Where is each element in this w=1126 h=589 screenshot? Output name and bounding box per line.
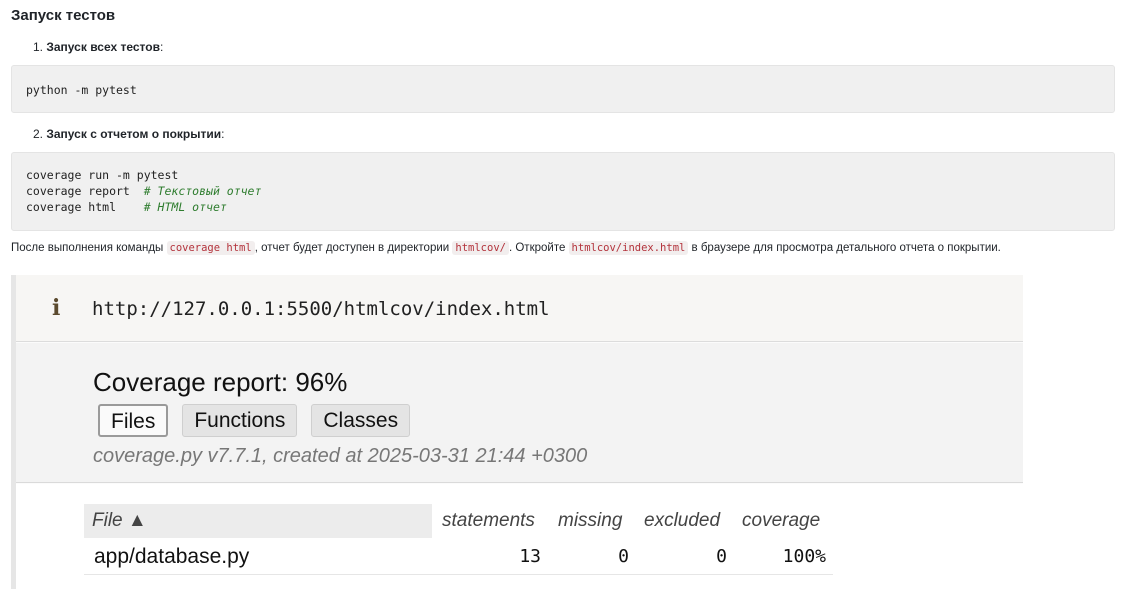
code-line: coverage html # HTML отчет: [26, 199, 1100, 215]
report-meta: coverage.py v7.7.1, created at 2025-03-3…: [93, 445, 588, 467]
info-icon[interactable]: i: [52, 295, 60, 321]
inline-code: htmlcov/index.html: [568, 241, 689, 255]
tab-functions[interactable]: Functions: [182, 404, 298, 437]
step-number: 1.: [33, 40, 44, 54]
table-row: app/database.py 13 0 0 100%: [84, 539, 833, 575]
cell-coverage: 100%: [782, 546, 826, 567]
code-block-pytest[interactable]: python -m pytest: [11, 65, 1115, 113]
code-block-coverage[interactable]: coverage run -m pytest coverage report #…: [11, 152, 1115, 231]
section-title: Запуск тестов: [11, 7, 116, 24]
url-text[interactable]: http://127.0.0.1:5500/htmlcov/index.html: [92, 298, 550, 320]
header-file-sort[interactable]: File ▲: [84, 504, 432, 538]
coverage-table: File ▲ statements missing excluded cover…: [16, 484, 1023, 589]
code-text: coverage run -m pytest: [26, 168, 179, 182]
step-2: 2. Запуск с отчетом о покрытии:: [33, 127, 225, 141]
paragraph-text: , отчет будет доступен в директории: [254, 242, 453, 254]
report-title: Coverage report: 96%: [93, 367, 348, 397]
step-text: Запуск с отчетом о покрытии: [46, 127, 222, 141]
paragraph-text: в браузере для просмотра детального отче…: [688, 242, 1001, 254]
table-header: File ▲ statements missing excluded cover…: [84, 504, 833, 538]
step-text: Запуск всех тестов: [46, 40, 160, 54]
tab-files[interactable]: Files: [98, 404, 169, 437]
cell-excluded: 0: [716, 546, 727, 567]
instructions-paragraph: После выполнения команды coverage html, …: [11, 241, 1001, 255]
step-colon: :: [221, 127, 225, 141]
coverage-screenshot: i http://127.0.0.1:5500/htmlcov/index.ht…: [11, 275, 1023, 589]
address-bar[interactable]: i http://127.0.0.1:5500/htmlcov/index.ht…: [16, 275, 1023, 342]
code-comment: # HTML отчет: [143, 200, 227, 214]
step-colon: :: [159, 40, 164, 54]
header-missing[interactable]: missing: [558, 510, 622, 532]
inline-code: htmlcov/: [452, 241, 509, 255]
report-header: Coverage report: 96% Files Functions Cla…: [16, 343, 1023, 483]
cell-missing: 0: [618, 546, 629, 567]
file-link[interactable]: app/database.py: [94, 545, 249, 569]
code-text: coverage report: [26, 184, 144, 198]
paragraph-text: . Откройте: [508, 242, 569, 254]
header-excluded[interactable]: excluded: [644, 510, 720, 532]
tab-classes[interactable]: Classes: [311, 404, 411, 437]
paragraph-text: После выполнения команды: [11, 242, 167, 254]
code-text: coverage html: [26, 200, 144, 214]
code-line: python -m pytest: [26, 83, 137, 97]
header-coverage[interactable]: coverage: [742, 510, 820, 532]
report-tabs: Files Functions Classes: [98, 404, 411, 437]
cell-statements: 13: [519, 546, 541, 567]
inline-code: coverage html: [166, 241, 255, 255]
code-comment: # Текстовый отчет: [143, 184, 262, 198]
step-1: 1. Запуск всех тестов:: [33, 40, 163, 54]
header-statements[interactable]: statements: [442, 510, 535, 532]
table-row-cut-off: [84, 581, 833, 589]
code-line: coverage report # Текстовый отчет: [26, 183, 1100, 199]
step-number: 2.: [33, 127, 44, 141]
code-line: coverage run -m pytest: [26, 167, 1100, 183]
